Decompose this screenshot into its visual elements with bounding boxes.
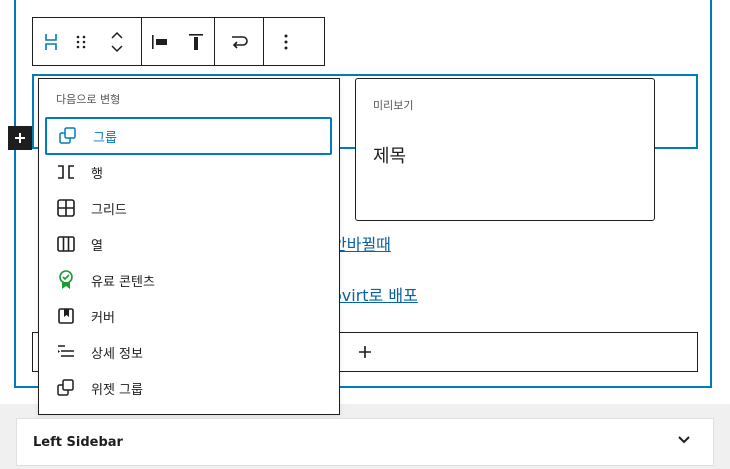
widget-group-icon (55, 377, 77, 399)
chevron-up-down-icon (111, 31, 123, 52)
content-link[interactable]: 안바뀔때 (332, 231, 391, 255)
group-icon (57, 125, 79, 147)
paid-content-badge-icon (55, 269, 77, 291)
justify-left-button[interactable] (142, 18, 178, 65)
preview-heading: 제목 (373, 146, 407, 167)
menu-item-row[interactable]: 행 (45, 153, 332, 191)
toolbar-group-options (264, 18, 308, 65)
menu-item-label: 유료 콘텐츠 (91, 274, 155, 290)
toolbar-group-wrap (215, 18, 264, 65)
menu-item-widget-group[interactable]: 위젯 그룹 (45, 369, 332, 407)
details-icon (55, 341, 77, 363)
menu-item-grid[interactable]: 그리드 (45, 189, 332, 227)
toolbar-group-alignment (142, 18, 215, 65)
menu-item-label: 그리드 (91, 202, 127, 218)
cover-icon (55, 305, 77, 327)
menu-heading: 다음으로 변형 (56, 93, 121, 106)
drag-icon (76, 35, 86, 48)
panel-title: Left Sidebar (33, 434, 123, 450)
chevron-down-icon[interactable] (677, 435, 691, 445)
content-link[interactable]: ovirt로 배포 (332, 282, 418, 306)
menu-item-columns[interactable]: 열 (45, 225, 332, 263)
menu-item-label: 열 (91, 238, 103, 254)
menu-item-label: 행 (91, 166, 103, 182)
align-top-icon (189, 33, 203, 50)
menu-item-label: 상세 정보 (91, 346, 143, 362)
preview-label: 미리보기 (373, 99, 414, 112)
menu-item-cover[interactable]: 커버 (45, 297, 332, 335)
stack-icon (45, 33, 57, 50)
left-sidebar-panel[interactable]: Left Sidebar (16, 418, 714, 466)
menu-item-label: 위젯 그룹 (91, 382, 143, 398)
wrap-icon (232, 35, 248, 49)
block-toolbar (32, 17, 325, 66)
inserter-button[interactable] (8, 126, 32, 150)
block-type-button[interactable] (33, 18, 69, 65)
menu-item-label: 그룹 (93, 130, 117, 146)
plus-icon (359, 346, 371, 358)
drag-handle[interactable] (69, 18, 93, 65)
wrap-button[interactable] (215, 18, 263, 65)
menu-item-label: 커버 (91, 310, 115, 326)
toolbar-group-block (33, 18, 142, 65)
menu-item-paid-content[interactable]: 유료 콘텐츠 (45, 261, 332, 299)
menu-item-details[interactable]: 상세 정보 (45, 333, 332, 371)
row-icon (55, 161, 77, 183)
more-options-button[interactable] (264, 18, 308, 65)
justify-left-icon (152, 34, 167, 49)
plus-icon (15, 133, 25, 143)
transform-menu: 다음으로 변형 그룹 행 그리드 열 유료 콘텐츠 커버 상세 정보 위젯 그룹 (38, 78, 340, 415)
menu-item-group[interactable]: 그룹 (45, 117, 332, 155)
grid-icon (55, 197, 77, 219)
columns-icon (55, 233, 77, 255)
transform-preview: 미리보기 제목 (355, 78, 655, 221)
more-vertical-icon (284, 34, 288, 49)
move-buttons[interactable] (93, 18, 141, 65)
vertical-align-top-button[interactable] (178, 18, 214, 65)
